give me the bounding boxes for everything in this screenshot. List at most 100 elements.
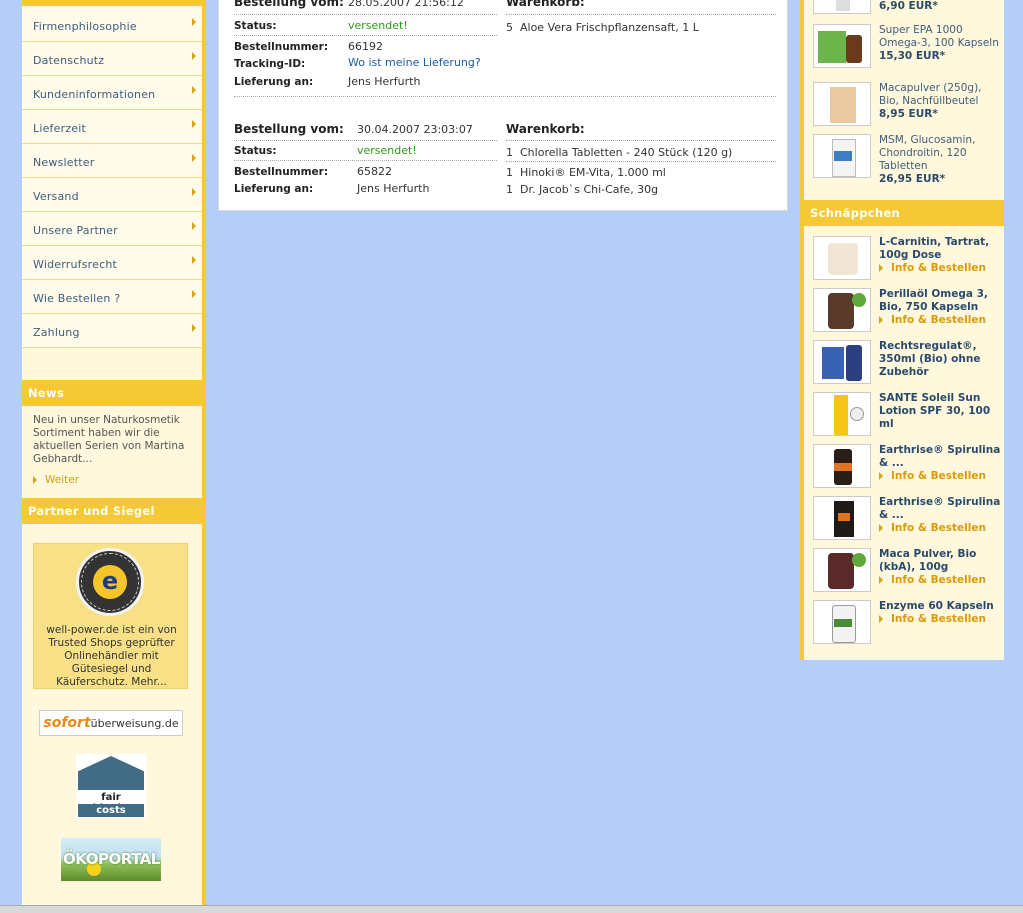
cart-item: 1 Chlorella Tabletten - 240 Stück (120 g… <box>506 146 733 159</box>
arrow-right-icon <box>192 52 196 60</box>
product-price: 15,30 EUR* <box>879 50 946 62</box>
product-name[interactable]: SANTE Soleil Sun Lotion SPF 30, 100 ml <box>879 392 990 430</box>
product-image[interactable] <box>813 444 871 488</box>
delivery-value: Jens Herfurth <box>348 75 421 88</box>
info-bestellen-link[interactable]: Info & Bestellen <box>879 574 986 586</box>
status-value: versendet! <box>348 19 408 32</box>
nav-item-wie-bestellen[interactable]: Wie Bestellen ? <box>22 280 202 314</box>
info-bestellen-link[interactable]: Info & Bestellen <box>879 470 986 482</box>
nav-item-versand[interactable]: Versand <box>22 178 202 212</box>
delivery-label: Lieferung an: <box>234 183 314 195</box>
arrow-right-icon <box>192 18 196 26</box>
nav-item-label: Zahlung <box>33 326 80 339</box>
product-name[interactable]: Maca Pulver, Bio (kbA), 100g <box>879 548 976 573</box>
nav-item-zahlung[interactable]: Zahlung <box>22 314 202 348</box>
order-date-label: Bestellung vom: <box>234 0 344 9</box>
product-image[interactable] <box>813 236 871 280</box>
product-name[interactable]: Super EPA 1000 Omega-3, 100 Kapseln <box>879 24 999 49</box>
arrow-right-icon <box>879 524 883 532</box>
status-label: Status: <box>234 20 277 32</box>
product-name[interactable]: Perillaöl Omega 3, Bio, 750 Kapseln <box>879 288 988 313</box>
product-name[interactable]: Enzyme 60 Kapseln <box>879 600 994 612</box>
info-bestellen-link[interactable]: Info & Bestellen <box>879 262 986 274</box>
product-item[interactable]: MSM, Glucosamin, Chondroitin, 120 Tablet… <box>813 134 1003 188</box>
product-item[interactable]: Macapulver (250g), Bio, Nachfüllbeutel 8,… <box>813 82 1003 132</box>
nav-item-label: Lieferzeit <box>33 122 87 135</box>
product-image[interactable] <box>813 0 871 14</box>
order-number-label: Bestellnummer: <box>234 166 329 178</box>
order-date-value: 28.05.2007 21:56:12 <box>348 0 464 9</box>
product-price: 26,95 EUR* <box>879 173 946 185</box>
info-bestellen-link[interactable]: Info & Bestellen <box>879 522 986 534</box>
arrow-right-icon <box>879 615 883 623</box>
delivery-value: Jens Herfurth <box>357 182 430 195</box>
product-image[interactable] <box>813 548 871 592</box>
product-image[interactable] <box>813 134 871 178</box>
oekoportal-logo[interactable]: ÖKOPORTAL <box>61 838 161 881</box>
fair-shipping-logo[interactable]: fair shipping costs <box>76 754 146 818</box>
arrow-right-icon <box>192 86 196 94</box>
product-image[interactable] <box>813 600 871 644</box>
bargain-item[interactable]: Maca Pulver, Bio (kbA), 100g Info & Beste… <box>813 548 1003 594</box>
product-name[interactable]: Earthrise® Spirulina & ... <box>879 496 1000 521</box>
product-name[interactable]: Macapulver (250g), Bio, Nachfüllbeutel <box>879 82 982 107</box>
nav-item-kundeninformationen[interactable]: Kundeninformationen <box>22 76 202 110</box>
news-more-link[interactable]: Weiter <box>33 474 79 486</box>
nav-item-lieferzeit[interactable]: Lieferzeit <box>22 110 202 144</box>
order-number-label: Bestellnummer: <box>234 41 329 53</box>
info-bestellen-link[interactable]: Info & Bestellen <box>879 613 986 625</box>
bargain-item[interactable]: SANTE Soleil Sun Lotion SPF 30, 100 ml <box>813 392 1003 438</box>
bargains-title: Schnäppchen <box>804 200 1004 226</box>
product-name[interactable]: L-Carnitin, Tartrat, 100g Dose <box>879 236 989 261</box>
nav-item-label: Versand <box>33 190 79 203</box>
arrow-right-icon <box>192 290 196 298</box>
product-price: 6,90 EUR* <box>879 0 938 12</box>
product-name[interactable]: Earthrise® Spirulina & ... <box>879 444 1000 469</box>
arrow-right-icon <box>192 154 196 162</box>
trusted-shops-text: well-power.de ist ein von Trusted Shops … <box>46 624 177 688</box>
cart-label: Warenkorb: <box>506 122 585 136</box>
bargain-item[interactable]: Earthrise® Spirulina & ... Info & Bestell… <box>813 496 1003 542</box>
delivery-label: Lieferung an: <box>234 76 314 88</box>
product-name[interactable]: MSM, Glucosamin, Chondroitin, 120 Tablet… <box>879 134 975 172</box>
nav-item-datenschutz[interactable]: Datenschutz <box>22 42 202 76</box>
order-history-panel: Bestellung vom: 28.05.2007 21:56:12 Ware… <box>218 0 788 211</box>
product-image[interactable] <box>813 288 871 332</box>
bargain-item[interactable]: L-Carnitin, Tartrat, 100g Dose Info & Bes… <box>813 236 1003 282</box>
product-image[interactable] <box>813 496 871 540</box>
product-name[interactable]: Rechtsregulat®, 350ml (Bio) ohne Zubehör <box>879 340 980 378</box>
bargain-item[interactable]: Enzyme 60 Kapseln Info & Bestellen <box>813 600 1003 646</box>
sofortueberweisung-logo[interactable]: sofortüberweisung.de <box>39 710 183 736</box>
bargain-item[interactable]: Rechtsregulat®, 350ml (Bio) ohne Zubehör <box>813 340 1003 386</box>
partner-title: Partner und Siegel <box>22 498 202 524</box>
news-text: Neu in unser Naturkosmetik Sortiment hab… <box>33 414 185 465</box>
bargain-item[interactable]: Earthrise® Spirulina & ... Info & Bestell… <box>813 444 1003 490</box>
info-bestellen-link[interactable]: Info & Bestellen <box>879 314 986 326</box>
cart-label: Warenkorb: <box>506 0 585 9</box>
info-box-header-partial <box>22 0 202 6</box>
tracking-link[interactable]: Wo ist meine Lieferung? <box>348 56 481 69</box>
arrow-right-icon <box>879 264 883 272</box>
arrow-right-icon <box>192 324 196 332</box>
product-item[interactable]: Super EPA 1000 Omega-3, 100 Kapseln 15,30… <box>813 24 1003 74</box>
product-image[interactable] <box>813 82 871 126</box>
info-nav: Firmenphilosophie Datenschutz Kundeninfo… <box>22 8 202 348</box>
trusted-shops-logo-icon: e <box>76 548 144 616</box>
product-item[interactable]: 6,90 EUR* <box>813 0 1003 14</box>
product-image[interactable] <box>813 24 871 68</box>
status-value: versendet! <box>357 144 417 157</box>
nav-item-unsere-partner[interactable]: Unsere Partner <box>22 212 202 246</box>
trusted-shops-seal[interactable]: e well-power.de ist ein von Trusted Shop… <box>33 543 188 689</box>
status-label: Status: <box>234 145 277 157</box>
product-image[interactable] <box>813 340 871 384</box>
arrow-right-icon <box>879 316 883 324</box>
nav-item-firmenphilosophie[interactable]: Firmenphilosophie <box>22 8 202 42</box>
nav-item-newsletter[interactable]: Newsletter <box>22 144 202 178</box>
arrow-right-icon <box>879 576 883 584</box>
product-image[interactable] <box>813 392 871 436</box>
order-number-value: 66192 <box>348 40 383 53</box>
bargain-item[interactable]: Perillaöl Omega 3, Bio, 750 Kapseln Info … <box>813 288 1003 334</box>
nav-item-widerrufsrecht[interactable]: Widerrufsrecht <box>22 246 202 280</box>
nav-item-label: Firmenphilosophie <box>33 20 137 33</box>
nav-item-label: Widerrufsrecht <box>33 258 118 271</box>
